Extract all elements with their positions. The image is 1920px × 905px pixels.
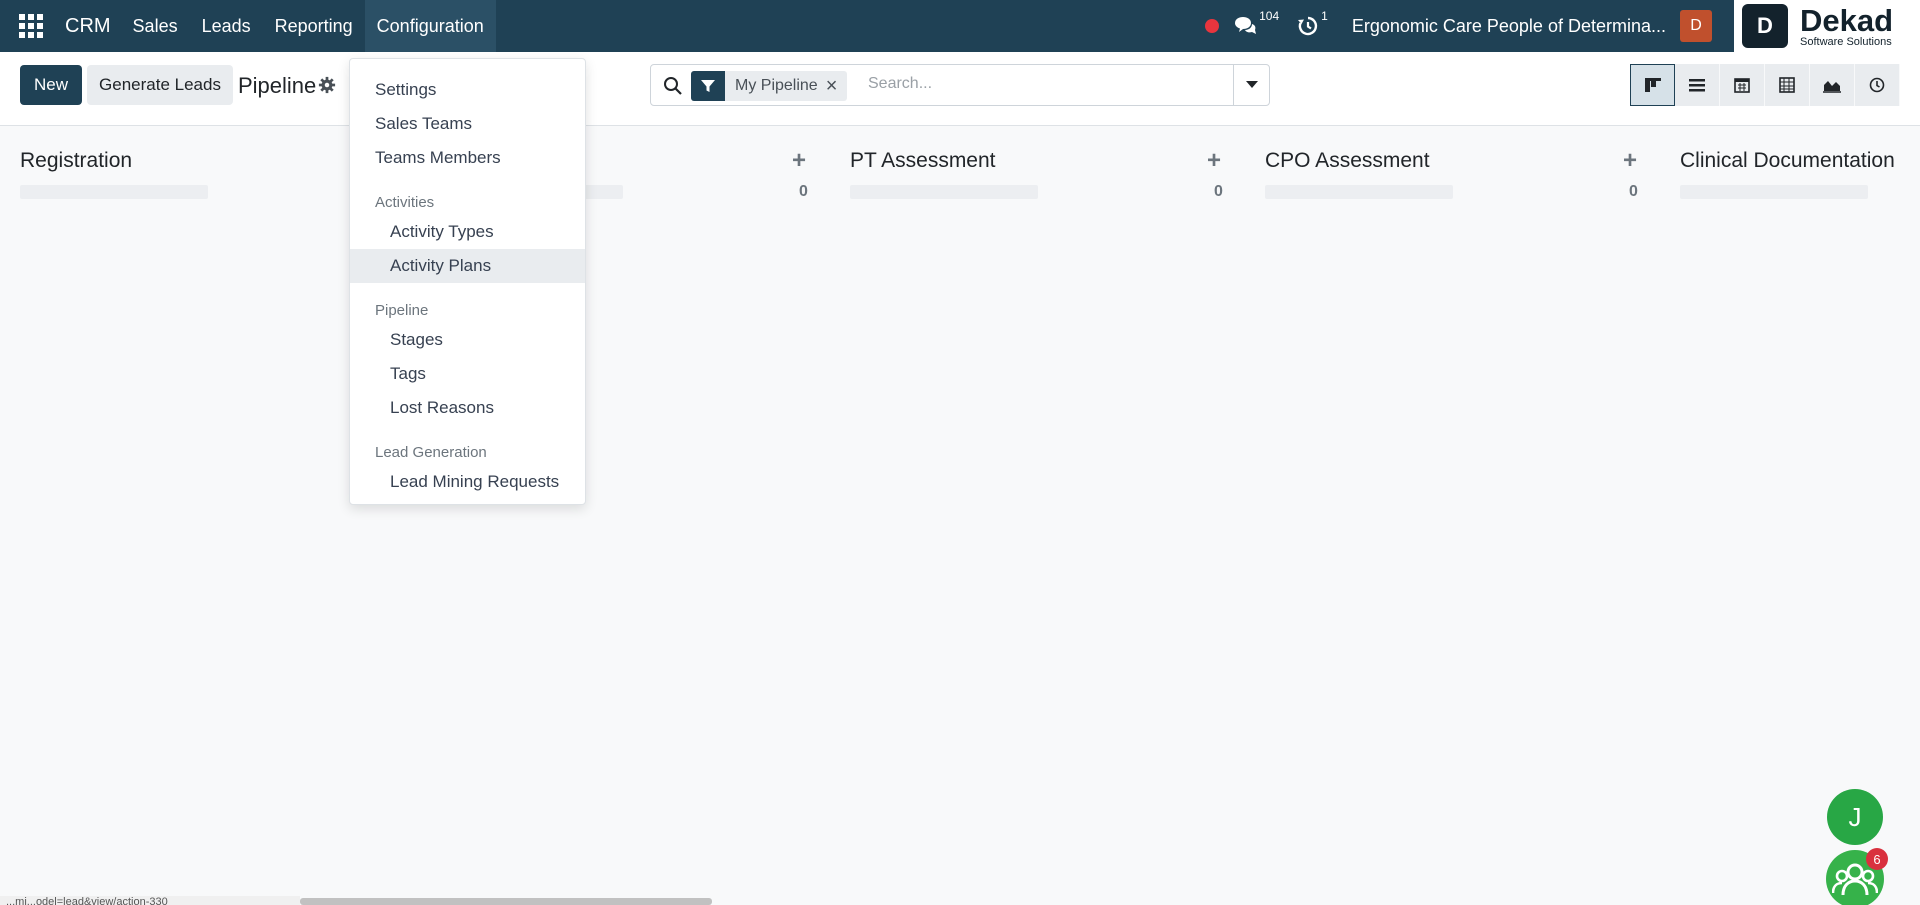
view-switcher (1630, 64, 1900, 106)
messaging-icon[interactable]: 104 (1233, 9, 1279, 37)
search-bar: My Pipeline × (650, 64, 1270, 106)
column-progress-bar (20, 185, 208, 199)
facet-label: My Pipeline (735, 77, 818, 94)
control-panel: New Generate Leads Pipeline My Pipeline … (0, 52, 1920, 126)
activity-counter: 1 (1321, 9, 1328, 23)
search-icon[interactable] (663, 76, 683, 96)
pivot-table-icon (1779, 77, 1795, 93)
add-quick-create-icon[interactable]: + (792, 147, 806, 175)
activity-view-button[interactable] (1855, 64, 1900, 106)
menu-item-lead-mining-requests[interactable]: Lead Mining Requests (350, 465, 585, 499)
chat-avatar-button[interactable]: J (1827, 789, 1883, 845)
messaging-counter: 104 (1259, 9, 1280, 23)
menu-item-sales-teams[interactable]: Sales Teams (350, 107, 585, 141)
dekad-logo: D Dekad Software Solutions (1734, 0, 1920, 52)
dekad-logo-tagline: Software Solutions (1800, 35, 1892, 48)
menu-item-activity-plans[interactable]: Activity Plans (350, 249, 585, 283)
dekad-logo-mark: D (1742, 4, 1788, 48)
add-quick-create-icon[interactable]: + (1623, 147, 1637, 175)
menu-header-pipeline: Pipeline (375, 302, 429, 319)
dekad-logo-name: Dekad (1800, 2, 1894, 38)
kanban-board: Registration + 0 PT Assessment + 0 CPO A… (0, 127, 1920, 897)
menu-header-lead-generation: Lead Generation (375, 444, 487, 461)
app-name[interactable]: CRM (65, 15, 111, 38)
pivot-view-button[interactable] (1765, 64, 1810, 106)
main-menu: Sales Leads Reporting Configuration (121, 0, 496, 52)
menu-leads[interactable]: Leads (190, 0, 263, 52)
menu-item-stages[interactable]: Stages (350, 323, 585, 357)
area-chart-icon (1823, 81, 1841, 93)
user-avatar[interactable]: D (1680, 10, 1712, 42)
menu-item-lost-reasons[interactable]: Lost Reasons (350, 391, 585, 425)
column-title[interactable]: CPO Assessment (1265, 149, 1660, 173)
company-switcher[interactable]: Ergonomic Care People of Determina... (1352, 16, 1666, 37)
status-bar-url: ...mi...odel=lead&view/action-330 (0, 896, 300, 905)
search-input[interactable] (868, 75, 1228, 93)
menu-reporting[interactable]: Reporting (263, 0, 365, 52)
filter-icon (691, 71, 725, 101)
kanban-column: CPO Assessment + 0 (1265, 147, 1660, 200)
configuration-dropdown-menu: Settings Sales Teams Teams Members Activ… (349, 58, 586, 505)
column-title[interactable]: PT Assessment (850, 149, 1245, 173)
menu-item-settings[interactable]: Settings (350, 73, 585, 107)
graph-view-button[interactable] (1810, 64, 1855, 106)
list-icon (1689, 79, 1705, 92)
facet-close-icon[interactable]: × (826, 75, 848, 98)
kanban-column: Clinical Documentation (1680, 149, 1920, 199)
page-title: Pipeline (238, 73, 317, 98)
calendar-icon (1734, 78, 1750, 93)
list-view-button[interactable] (1675, 64, 1720, 106)
column-title[interactable]: Clinical Documentation (1680, 149, 1920, 173)
caret-down-icon (1245, 81, 1258, 88)
column-progress-bar (1680, 185, 1868, 199)
column-count: 0 (1214, 183, 1223, 200)
horizontal-scrollbar[interactable] (300, 898, 712, 905)
new-button[interactable]: New (20, 65, 82, 105)
column-progress-bar (1265, 185, 1453, 199)
apps-menu-icon[interactable] (19, 14, 43, 38)
menu-sales[interactable]: Sales (121, 0, 190, 52)
search-options-toggle[interactable] (1233, 65, 1269, 105)
gear-icon[interactable] (318, 76, 336, 94)
kanban-view-button[interactable] (1630, 64, 1675, 106)
top-navbar: CRM Sales Leads Reporting Configuration … (0, 0, 1920, 52)
calendar-view-button[interactable] (1720, 64, 1765, 106)
column-count: 0 (1629, 183, 1638, 200)
menu-item-tags[interactable]: Tags (350, 357, 585, 391)
column-count: 0 (799, 183, 808, 200)
menu-item-activity-types[interactable]: Activity Types (350, 215, 585, 249)
column-progress-bar (850, 185, 1038, 199)
kanban-icon (1644, 78, 1661, 92)
search-facet: My Pipeline × (691, 71, 848, 101)
clock-icon (1869, 77, 1885, 93)
activity-clock-icon[interactable]: 1 (1297, 9, 1328, 37)
recording-indicator-icon[interactable] (1205, 19, 1220, 33)
navbar-systray: 104 1 Ergonomic Care People of Determina… (1205, 0, 1920, 52)
kanban-column: PT Assessment + 0 (850, 147, 1245, 200)
menu-configuration[interactable]: Configuration (364, 0, 496, 52)
notification-badge: 6 (1866, 848, 1888, 870)
menu-item-teams-members[interactable]: Teams Members (350, 141, 585, 175)
add-quick-create-icon[interactable]: + (1207, 147, 1221, 175)
generate-leads-button[interactable]: Generate Leads (87, 65, 233, 105)
menu-header-activities: Activities (375, 194, 435, 211)
